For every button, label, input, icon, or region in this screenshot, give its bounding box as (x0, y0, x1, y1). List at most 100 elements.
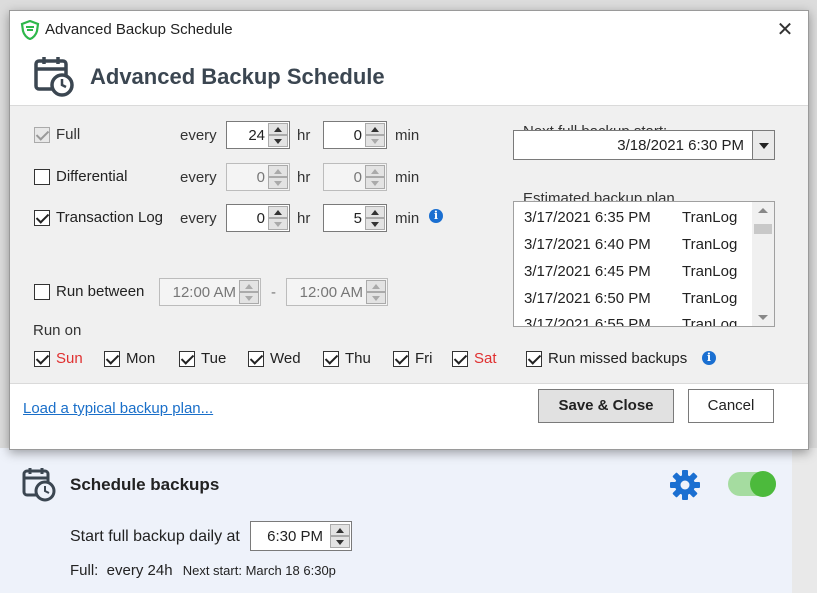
plan-time: 3/17/2021 6:55 PM (524, 316, 651, 327)
transaction-log-minutes-up-arrow[interactable] (365, 206, 385, 218)
transaction-log-hours-up-arrow[interactable] (268, 206, 288, 218)
list-item: 3/17/2021 6:40 PM TranLog (524, 236, 737, 253)
start-time-up-arrow[interactable] (330, 524, 350, 536)
full-minutes-down-arrow[interactable] (365, 135, 385, 147)
transaction-log-checkbox[interactable]: Transaction Log (34, 209, 163, 226)
title-bar[interactable]: Advanced Backup Schedule ✕ (10, 11, 808, 49)
day-checkbox-box[interactable] (452, 350, 468, 367)
day-checkbox-box[interactable] (393, 350, 409, 367)
full-minutes-up-arrow[interactable] (365, 123, 385, 135)
day-checkbox-box[interactable] (248, 350, 264, 367)
gear-icon[interactable] (668, 468, 702, 506)
transaction-log-minutes-down-arrow[interactable] (365, 218, 385, 230)
start-time-down-arrow[interactable] (330, 536, 350, 548)
background-scrollbar[interactable] (792, 448, 817, 593)
full-hours-spinner[interactable]: 24 (226, 121, 290, 149)
full-hr-label: hr (297, 127, 311, 144)
estimated-plan-list[interactable]: 3/17/2021 6:35 PM TranLog 3/17/2021 6:40 … (513, 201, 775, 327)
day-mon-checkbox[interactable]: Mon (104, 350, 155, 367)
transaction-log-checkbox-box[interactable] (34, 209, 50, 226)
plan-scrollbar[interactable] (752, 202, 774, 326)
close-icon[interactable]: ✕ (770, 15, 800, 45)
full-hours-value: 24 (248, 127, 265, 144)
scroll-down-icon[interactable] (758, 315, 768, 320)
differential-label: Differential (56, 168, 128, 185)
run-between-end-up-arrow[interactable] (366, 280, 386, 292)
plan-type: TranLog (682, 263, 738, 280)
run-between-start-value: 12:00 AM (172, 284, 236, 301)
list-item: 3/17/2021 6:50 PM TranLog (524, 290, 737, 307)
differential-hours-spinner[interactable]: 0 (226, 163, 290, 191)
transaction-log-label: Transaction Log (56, 209, 164, 226)
full-every-label: every (180, 127, 217, 144)
differential-every-label: every (180, 169, 217, 186)
day-tue-checkbox[interactable]: Tue (179, 350, 226, 367)
run-between-start-down-arrow[interactable] (239, 292, 259, 304)
differential-hours-value: 0 (256, 169, 265, 186)
differential-min-label: min (395, 169, 420, 186)
load-typical-plan-link[interactable]: Load a typical backup plan... (23, 400, 213, 417)
next-full-backup-value: 3/18/2021 6:30 PM (617, 137, 744, 154)
differential-hours-down-arrow[interactable] (268, 177, 288, 189)
day-label: Thu (345, 350, 371, 367)
plan-time: 3/17/2021 6:40 PM (524, 236, 651, 253)
differential-minutes-up-arrow[interactable] (365, 165, 385, 177)
differential-hr-label: hr (297, 169, 311, 186)
scroll-up-icon[interactable] (758, 208, 768, 213)
start-time-value: 6:30 PM (267, 528, 323, 545)
day-checkbox-box[interactable] (179, 350, 195, 367)
day-thu-checkbox[interactable]: Thu (323, 350, 371, 367)
day-label: Mon (126, 350, 156, 367)
start-time-spinner[interactable]: 6:30 PM (250, 521, 352, 551)
run-missed-checkbox-box[interactable] (526, 350, 542, 367)
chevron-down-icon[interactable] (752, 131, 774, 159)
run-on-label: Run on (33, 322, 82, 339)
differential-minutes-spinner[interactable]: 0 (323, 163, 387, 191)
full-hours-down-arrow[interactable] (268, 135, 288, 147)
differential-checkbox-box[interactable] (34, 168, 50, 185)
transaction-log-min-label: min (395, 210, 420, 227)
differential-hours-up-arrow[interactable] (268, 165, 288, 177)
day-sun-checkbox[interactable]: Sun (34, 350, 83, 367)
differential-checkbox[interactable]: Differential (34, 168, 127, 185)
run-between-end-spinner[interactable]: 12:00 AM (286, 278, 388, 306)
next-full-backup-dropdown[interactable]: 3/18/2021 6:30 PM (513, 130, 775, 160)
run-between-end-down-arrow[interactable] (366, 292, 386, 304)
full-summary: Full: every 24h Next start: March 18 6:3… (70, 562, 336, 579)
day-sat-checkbox[interactable]: Sat (452, 350, 497, 367)
full-minutes-value: 0 (353, 127, 362, 144)
day-checkbox-box[interactable] (104, 350, 120, 367)
plan-type: TranLog (682, 316, 738, 327)
run-missed-backups-checkbox[interactable]: Run missed backups (526, 350, 687, 367)
info-icon[interactable]: i (702, 351, 716, 365)
info-icon[interactable]: i (429, 209, 443, 223)
schedule-backups-title: Schedule backups (70, 475, 220, 494)
transaction-log-hours-spinner[interactable]: 0 (226, 204, 290, 232)
day-wed-checkbox[interactable]: Wed (248, 350, 301, 367)
list-item: 3/17/2021 6:55 PM TranLog (524, 316, 738, 327)
day-checkbox-box[interactable] (323, 350, 339, 367)
transaction-log-hours-down-arrow[interactable] (268, 218, 288, 230)
differential-minutes-down-arrow[interactable] (365, 177, 385, 189)
day-label: Wed (270, 350, 301, 367)
scroll-thumb[interactable] (754, 224, 772, 234)
day-checkbox-box[interactable] (34, 350, 50, 367)
list-item: 3/17/2021 6:35 PM TranLog (524, 209, 737, 226)
day-label: Fri (415, 350, 433, 367)
transaction-log-every-label: every (180, 210, 217, 227)
day-fri-checkbox[interactable]: Fri (393, 350, 433, 367)
cancel-button[interactable]: Cancel (688, 389, 774, 423)
run-between-start-up-arrow[interactable] (239, 280, 259, 292)
transaction-log-minutes-spinner[interactable]: 5 (323, 204, 387, 232)
schedule-toggle[interactable] (728, 471, 776, 497)
plan-type: TranLog (682, 236, 738, 253)
calendar-clock-icon (22, 466, 56, 506)
plan-time: 3/17/2021 6:45 PM (524, 263, 651, 280)
full-hours-up-arrow[interactable] (268, 123, 288, 135)
run-between-start-spinner[interactable]: 12:00 AM (159, 278, 261, 306)
save-close-button[interactable]: Save & Close (538, 389, 674, 423)
day-label: Sun (56, 350, 83, 367)
full-minutes-spinner[interactable]: 0 (323, 121, 387, 149)
run-between-checkbox[interactable]: Run between (34, 283, 144, 300)
run-between-checkbox-box[interactable] (34, 283, 50, 300)
